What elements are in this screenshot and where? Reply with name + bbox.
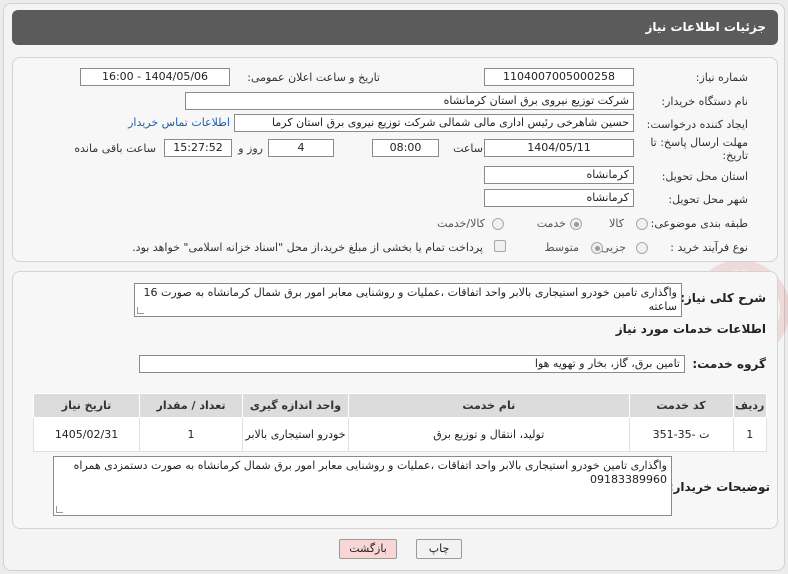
time-remaining-field[interactable]: 15:27:52 bbox=[164, 139, 232, 157]
service-group-field[interactable]: تامین برق، گاز، بخار و تهویه هوا bbox=[139, 355, 685, 373]
cell-row: 1 bbox=[732, 417, 768, 452]
col-name: نام خدمت bbox=[347, 393, 630, 418]
col-code: کد خدمت bbox=[628, 393, 734, 418]
process-label: نوع فرآیند خرید : bbox=[670, 241, 748, 254]
time-remaining-label: ساعت باقی مانده bbox=[74, 142, 156, 155]
services-section-title: اطلاعات خدمات مورد نیاز bbox=[615, 322, 766, 336]
days-label: روز و bbox=[238, 142, 263, 155]
buyer-notes-textarea[interactable]: واگذاری تامین خودرو استیجاری بالابر واحد… bbox=[53, 456, 672, 516]
process-minor-label: جزیی bbox=[600, 241, 626, 254]
page-title: جزئیات اطلاعات نیاز bbox=[645, 20, 766, 34]
category-label: طبقه بندی موضوعی: bbox=[650, 217, 748, 230]
service-group-label: گروه خدمت: bbox=[692, 357, 766, 371]
print-button[interactable]: چاپ bbox=[416, 539, 462, 559]
city-label: شهر محل تحویل: bbox=[668, 193, 748, 206]
creator-field[interactable]: حسین شاهرخی رئیس اداری مالی شمالی شرکت ت… bbox=[234, 114, 634, 132]
province-label: استان محل تحویل: bbox=[661, 170, 748, 183]
treasury-payment-checkbox[interactable] bbox=[494, 240, 506, 252]
deadline-time-label: ساعت bbox=[453, 142, 483, 155]
category-service-label: خدمت bbox=[536, 217, 566, 230]
announce-field[interactable]: 1404/05/06 - 16:00 bbox=[80, 68, 230, 86]
table-row: 1 ت -35-351 تولید، انتقال و توزیع برق خو… bbox=[32, 417, 768, 452]
cell-code: ت -35-351 bbox=[628, 417, 734, 452]
col-qty: تعداد / مقدار bbox=[139, 393, 243, 418]
cell-name: تولید، انتقال و توزیع برق bbox=[347, 417, 630, 452]
services-table: ردیف کد خدمت نام خدمت واحد اندازه گیری ت… bbox=[32, 393, 768, 452]
summary-text: واگذاری تامین خودرو استیجاری بالابر واحد… bbox=[143, 286, 677, 313]
need-info-panel bbox=[12, 57, 778, 262]
days-remaining-field[interactable]: 4 bbox=[268, 139, 334, 157]
need-number-label: شماره نیاز: bbox=[695, 71, 748, 84]
process-medium-label: متوسط bbox=[544, 241, 579, 254]
need-number-field[interactable]: 1104007005000258 bbox=[484, 68, 634, 86]
col-unit: واحد اندازه گیری bbox=[241, 393, 349, 418]
page-header: جزئیات اطلاعات نیاز bbox=[12, 10, 778, 45]
category-radio-service[interactable] bbox=[570, 218, 582, 230]
cell-qty: 1 bbox=[139, 417, 243, 452]
treasury-payment-text: پرداخت تمام یا بخشی از مبلغ خرید،از محل … bbox=[132, 241, 483, 254]
category-radio-goods-service[interactable] bbox=[492, 218, 504, 230]
category-radio-goods[interactable] bbox=[636, 218, 648, 230]
announce-label: تاریخ و ساعت اعلان عمومی: bbox=[247, 71, 380, 84]
process-radio-medium[interactable] bbox=[591, 242, 603, 254]
creator-label: ایجاد کننده درخواست: bbox=[646, 118, 748, 131]
deadline-label: مهلت ارسال پاسخ: تا bbox=[650, 136, 748, 149]
col-date: تاریخ نیاز bbox=[32, 393, 141, 418]
deadline-date-field[interactable]: 1404/05/11 bbox=[484, 139, 634, 157]
summary-label: شرح کلی نیاز: bbox=[680, 291, 766, 305]
deadline-time-field[interactable]: 08:00 bbox=[372, 139, 439, 157]
summary-textarea[interactable]: واگذاری تامین خودرو استیجاری بالابر واحد… bbox=[134, 283, 682, 317]
province-field[interactable]: کرمانشاه bbox=[484, 166, 634, 184]
buyer-field[interactable]: شرکت توزیع نیروی برق استان کرمانشاه bbox=[185, 92, 634, 110]
buyer-notes-text: واگذاری تامین خودرو استیجاری بالابر واحد… bbox=[73, 459, 667, 486]
buyer-label: نام دستگاه خریدار: bbox=[661, 95, 748, 108]
resize-handle[interactable] bbox=[137, 307, 144, 314]
back-button[interactable]: بازگشت bbox=[339, 539, 397, 559]
services-table-header: ردیف کد خدمت نام خدمت واحد اندازه گیری ت… bbox=[32, 393, 768, 418]
buyer-notes-label: توضیحات خریدار: bbox=[668, 480, 770, 494]
category-goods-label: کالا bbox=[609, 217, 624, 230]
process-radio-minor[interactable] bbox=[636, 242, 648, 254]
cell-date: 1405/02/31 bbox=[32, 417, 141, 452]
cell-unit: خودرو استیجاری بالابر bbox=[241, 417, 349, 452]
col-row: ردیف bbox=[732, 393, 768, 418]
deadline-label-date: تاریخ: bbox=[722, 149, 748, 162]
resize-handle[interactable] bbox=[56, 506, 63, 513]
category-goods-service-label: کالا/خدمت bbox=[437, 217, 485, 230]
buyer-contact-link[interactable]: اطلاعات تماس خریدار bbox=[128, 116, 230, 129]
city-field[interactable]: کرمانشاه bbox=[484, 189, 634, 207]
